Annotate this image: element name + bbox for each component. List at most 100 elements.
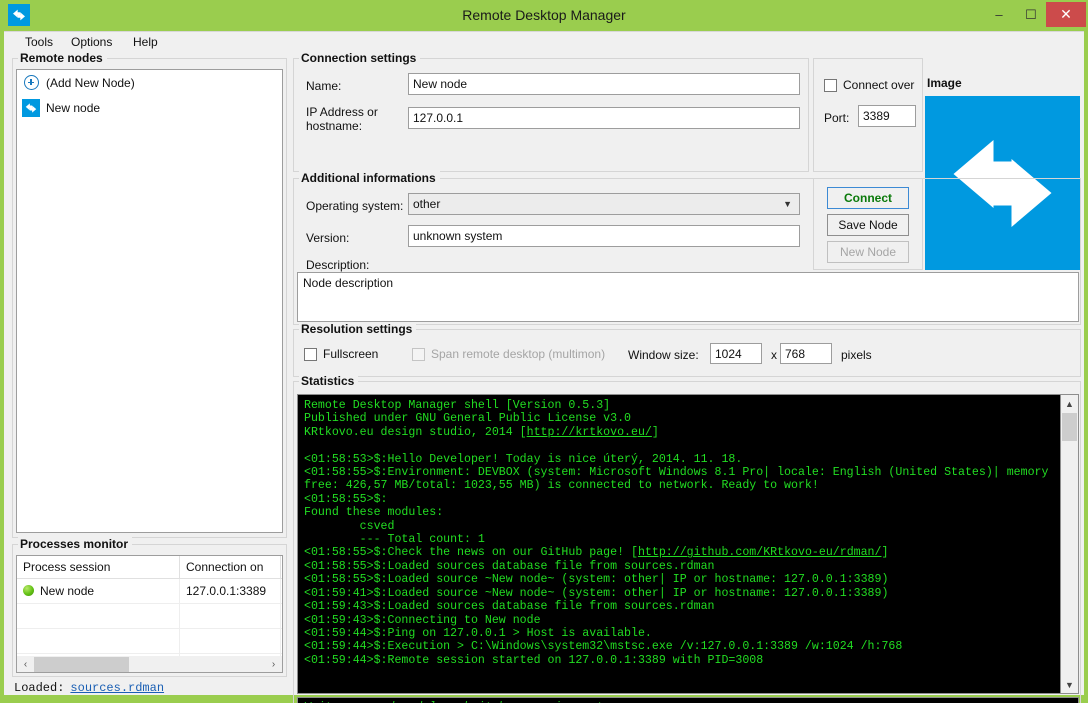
console-vertical-scrollbar[interactable]: ▲ ▼ xyxy=(1060,395,1078,693)
version-label: Version: xyxy=(306,231,350,245)
connect-over-checkbox[interactable]: Connect over xyxy=(824,78,914,92)
console-line: Published under GNU General Public Licen… xyxy=(304,412,631,426)
tree-item-label: New node xyxy=(46,100,101,115)
scroll-down-icon[interactable]: ▼ xyxy=(1061,676,1078,693)
version-input[interactable] xyxy=(408,225,800,247)
plus-circle-icon xyxy=(22,74,40,92)
operating-system-select[interactable]: other ▼ xyxy=(408,193,800,215)
console-link[interactable]: http://github.com/KRtkovo-eu/rdman/ xyxy=(638,546,882,559)
processes-table-wrapper: Process session Connection on Stat New n… xyxy=(16,555,283,672)
name-input[interactable] xyxy=(408,73,800,95)
console-line: <01:59:44>$:Execution > C:\Windows\syste… xyxy=(304,640,903,654)
tree-item-new-node[interactable]: New node xyxy=(17,95,282,120)
column-header-connection-on[interactable]: Connection on xyxy=(179,556,281,579)
console-line: KRtkovo.eu design studio, 2014 [http://k… xyxy=(304,425,659,439)
menu-item-help[interactable]: Help xyxy=(126,34,165,51)
window-width-input[interactable] xyxy=(710,343,762,364)
console-line: Remote Desktop Manager shell [Version 0.… xyxy=(304,399,611,412)
span-multimon-checkbox: Span remote desktop (multimon) xyxy=(412,347,605,361)
pixels-label: pixels xyxy=(841,348,872,362)
console-line: <01:59:43>$:Connecting to New node xyxy=(304,613,541,627)
console-link[interactable]: http://krtkovo.eu/ xyxy=(527,426,652,439)
scroll-right-icon[interactable]: › xyxy=(265,657,282,672)
checkbox-box xyxy=(304,347,317,361)
scroll-track[interactable] xyxy=(34,656,265,672)
console-line: <01:59:44>$:Ping on 127.0.0.1 > Host is … xyxy=(304,626,652,640)
console-line: --- Total count: 1 xyxy=(304,533,485,547)
remote-nodes-group: Remote nodes (Add New Node) New node xyxy=(12,51,287,538)
checkbox-box xyxy=(412,347,425,361)
size-separator-label: x xyxy=(771,348,777,362)
fullscreen-checkbox[interactable]: Fullscreen xyxy=(304,347,378,361)
statistics-group: Statistics Remote Desktop Manager shell … xyxy=(293,374,1081,703)
swap-arrows-icon xyxy=(22,98,40,117)
console-line: free: 426,57 MB/total: 1023,55 MB) is co… xyxy=(304,479,819,493)
additional-informations-title: Additional informations xyxy=(299,171,440,185)
loaded-status: Loaded: sources.rdman xyxy=(14,681,164,695)
console-output: Remote Desktop Manager shell [Version 0.… xyxy=(298,395,1060,693)
console-line: <01:59:41>$:Loaded source ~New node~ (sy… xyxy=(304,586,889,600)
host-input[interactable] xyxy=(408,107,800,129)
column-header-status[interactable]: Stat xyxy=(280,556,282,579)
minimize-button[interactable]: – xyxy=(984,2,1014,27)
processes-horizontal-scrollbar[interactable]: ‹ › xyxy=(16,656,283,673)
console-line: <01:58:55>$:Environment: DEVBOX (system:… xyxy=(304,466,1049,480)
console-line: csved xyxy=(304,519,395,533)
tree-item-add-new-node[interactable]: (Add New Node) xyxy=(17,70,282,95)
loaded-file-link[interactable]: sources.rdman xyxy=(70,681,164,695)
menu-item-options[interactable]: Options xyxy=(64,34,119,51)
processes-monitor-group: Processes monitor Process session Connec… xyxy=(12,537,287,677)
description-textarea[interactable] xyxy=(297,272,1079,322)
scroll-thumb[interactable] xyxy=(1062,413,1077,441)
operating-system-label: Operating system: xyxy=(306,199,404,213)
table-row-empty xyxy=(17,603,282,629)
command-input[interactable] xyxy=(297,697,1079,703)
process-session-label: New node xyxy=(40,584,95,598)
close-button[interactable]: ✕ xyxy=(1046,2,1086,27)
window-height-input[interactable] xyxy=(780,343,832,364)
host-label: IP Address or hostname: xyxy=(306,105,378,133)
console-line: <01:58:55>$: xyxy=(304,492,388,506)
console-line: <01:58:55>$:Loaded source ~New node~ (sy… xyxy=(304,573,889,587)
scroll-left-icon[interactable]: ‹ xyxy=(17,657,34,672)
resolution-settings-title: Resolution settings xyxy=(299,322,417,336)
application-window: Remote Desktop Manager – ☐ ✕ Tools Optio… xyxy=(0,0,1088,703)
console-line: Found these modules: xyxy=(304,506,444,520)
table-row[interactable]: New node 127.0.0.1:3389 (con xyxy=(17,578,282,604)
connection-settings-group: Connection settings Name: IP Address orh… xyxy=(293,51,809,172)
console-line: <01:58:53>$:Hello Developer! Today is ni… xyxy=(304,452,743,466)
resolution-settings-group: Resolution settings Fullscreen Span remo… xyxy=(293,322,1081,377)
maximize-button[interactable]: ☐ xyxy=(1016,2,1046,27)
window-size-label: Window size: xyxy=(628,348,699,362)
cell-process-session: New node xyxy=(17,578,180,604)
processes-monitor-title: Processes monitor xyxy=(18,537,133,551)
statistics-title: Statistics xyxy=(299,374,359,388)
column-header-process-session[interactable]: Process session xyxy=(17,556,180,579)
window-title: Remote Desktop Manager xyxy=(462,7,626,23)
remote-nodes-tree[interactable]: (Add New Node) New node xyxy=(16,69,283,533)
additional-informations-group: Additional informations Operating system… xyxy=(293,171,1081,325)
client-area: Tools Options Help Remote nodes (Add New… xyxy=(4,31,1084,703)
scroll-thumb[interactable] xyxy=(34,656,129,672)
description-label: Description: xyxy=(306,258,370,272)
title-bar: Remote Desktop Manager – ☐ ✕ xyxy=(0,0,1088,31)
operating-system-value: other xyxy=(413,197,441,211)
span-multimon-label: Span remote desktop (multimon) xyxy=(431,347,606,361)
tree-item-label: (Add New Node) xyxy=(46,75,135,90)
console-line: <01:58:55>$:Loaded sources database file… xyxy=(304,559,715,573)
loaded-label: Loaded: xyxy=(14,681,65,695)
table-row-empty xyxy=(17,628,282,654)
cell-status: (con xyxy=(280,578,282,604)
console-line: <01:59:44>$:Remote session started on 12… xyxy=(304,653,764,667)
image-panel-title: Image xyxy=(927,76,966,90)
connect-over-group: Connect over Port: xyxy=(813,58,923,172)
console-line: <01:58:55>$:Check the news on our GitHub… xyxy=(304,546,889,560)
name-label: Name: xyxy=(306,79,342,93)
console-output-wrapper: Remote Desktop Manager shell [Version 0.… xyxy=(297,394,1079,694)
menu-item-tools[interactable]: Tools xyxy=(18,34,60,51)
status-dot-icon xyxy=(23,585,34,596)
port-input[interactable] xyxy=(858,105,916,127)
scroll-up-icon[interactable]: ▲ xyxy=(1061,395,1078,412)
connect-over-label: Connect over xyxy=(843,78,915,92)
